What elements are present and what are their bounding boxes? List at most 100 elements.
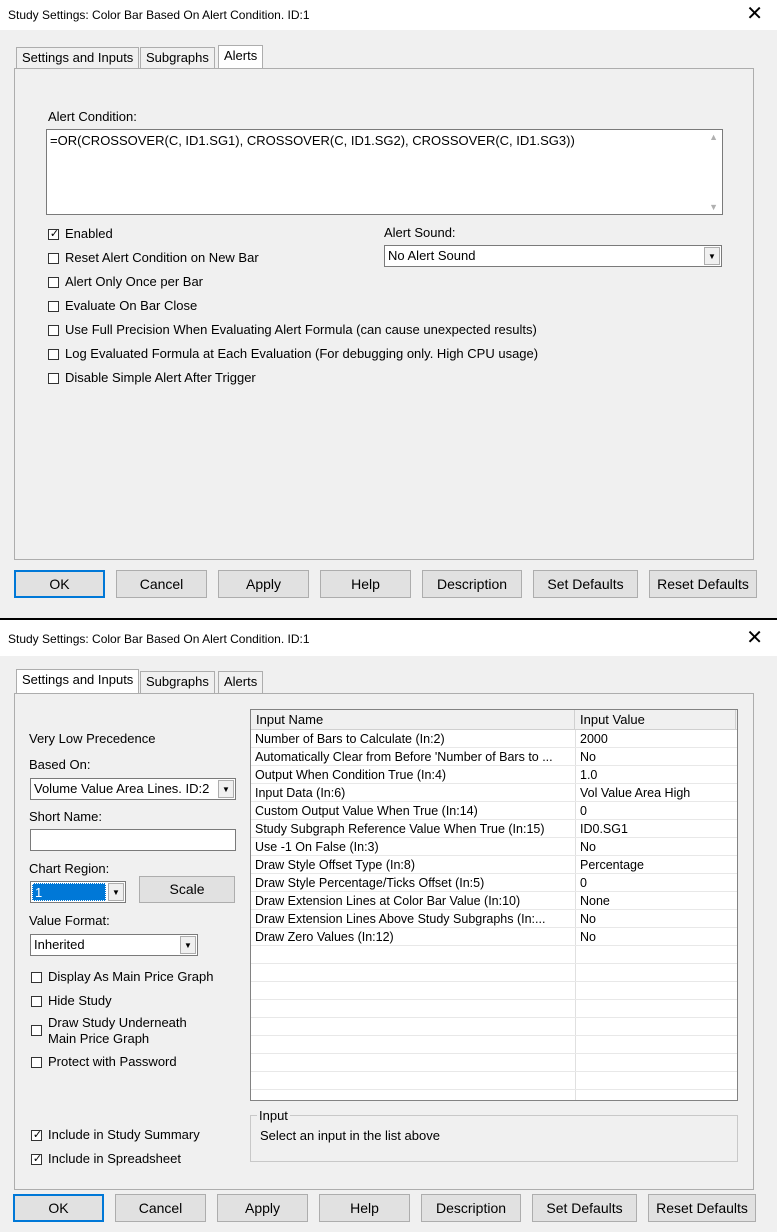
inputs-table[interactable]: Input Name Input Value Number of Bars to… xyxy=(250,709,738,1101)
input-name-cell: Draw Style Percentage/Ticks Offset (In:5… xyxy=(251,873,576,892)
input-value-cell[interactable]: 1.0 xyxy=(575,765,737,784)
tab-alerts[interactable]: Alerts xyxy=(218,45,264,70)
input-value-cell[interactable]: No xyxy=(575,837,737,856)
window-title: Study Settings: Color Bar Based On Alert… xyxy=(8,632,310,646)
chevron-down-icon[interactable]: ▼ xyxy=(180,936,196,954)
input-name-cell: Output When Condition True (In:4) xyxy=(251,765,576,784)
table-row[interactable]: Automatically Clear from Before 'Number … xyxy=(251,747,737,766)
table-row[interactable]: Output When Condition True (In:4) 1.0 xyxy=(251,765,737,784)
empty-table-row xyxy=(251,1089,737,1100)
table-row[interactable]: Input Data (In:6) Vol Value Area High xyxy=(251,783,737,802)
input-value-cell[interactable]: Percentage xyxy=(575,855,737,874)
input-value-cell[interactable]: No xyxy=(575,927,737,946)
input-value-cell[interactable]: None xyxy=(575,891,737,910)
chevron-down-icon[interactable]: ▼ xyxy=(108,883,124,901)
title-bar: Study Settings: Color Bar Based On Alert… xyxy=(0,626,777,656)
value-format-select[interactable]: Inherited ▼ xyxy=(30,934,198,956)
table-row[interactable]: Draw Zero Values (In:12) No xyxy=(251,927,737,946)
empty-table-row xyxy=(251,945,737,964)
input-value-cell[interactable]: No xyxy=(575,747,737,766)
empty-table-row xyxy=(251,1035,737,1054)
empty-table-row xyxy=(251,999,737,1018)
description-button[interactable]: Description xyxy=(421,1194,521,1222)
table-row[interactable]: Use -1 On False (In:3) No xyxy=(251,837,737,856)
cancel-button[interactable]: Cancel xyxy=(116,570,207,598)
study-settings-window-alerts: Study Settings: Color Bar Based On Alert… xyxy=(0,0,777,618)
precedence-label: Very Low Precedence xyxy=(29,731,156,746)
tab-settings-and-inputs[interactable]: Settings and Inputs xyxy=(16,47,140,69)
input-value-cell[interactable]: Vol Value Area High xyxy=(575,783,737,802)
input-groupbox-label: Input xyxy=(257,1108,290,1123)
table-row[interactable]: Draw Style Percentage/Ticks Offset (In:5… xyxy=(251,873,737,892)
input-name-cell: Draw Zero Values (In:12) xyxy=(251,927,576,946)
tab-subgraphs[interactable]: Subgraphs xyxy=(140,47,215,69)
short-name-input[interactable] xyxy=(30,829,236,851)
tab-subgraphs[interactable]: Subgraphs xyxy=(140,671,215,693)
based-on-select[interactable]: Volume Value Area Lines. ID:2 ▼ xyxy=(30,778,236,800)
empty-table-row xyxy=(251,963,737,982)
value-format-label: Value Format: xyxy=(29,913,110,928)
input-value-cell[interactable]: 0 xyxy=(575,801,737,820)
inputs-table-body: Number of Bars to Calculate (In:2) 2000 Au… xyxy=(251,730,737,1100)
checkmark-icon: ✓ xyxy=(49,228,60,240)
ok-button[interactable]: OK xyxy=(13,1194,104,1222)
close-icon[interactable]: ✕ xyxy=(746,2,763,26)
input-name-cell: Draw Extension Lines Above Study Subgrap… xyxy=(251,909,576,928)
checkmark-icon: ✓ xyxy=(32,1129,43,1141)
textarea-scroll-down-icon[interactable]: ▼ xyxy=(709,202,718,212)
checkmark-icon: ✓ xyxy=(32,1153,43,1165)
input-value-cell[interactable]: 2000 xyxy=(575,730,737,748)
chevron-down-icon[interactable]: ▼ xyxy=(218,780,234,798)
window-separator xyxy=(0,618,777,626)
cancel-button[interactable]: Cancel xyxy=(115,1194,206,1222)
set-defaults-button[interactable]: Set Defaults xyxy=(532,1194,637,1222)
input-name-cell: Use -1 On False (In:3) xyxy=(251,837,576,856)
alert-sound-label: Alert Sound: xyxy=(384,225,456,240)
title-bar: Study Settings: Color Bar Based On Alert… xyxy=(0,0,777,30)
study-settings-window-inputs: Study Settings: Color Bar Based On Alert… xyxy=(0,626,777,1232)
inputs-table-header: Input Name Input Value xyxy=(251,710,737,730)
empty-table-row xyxy=(251,981,737,1000)
input-value-cell[interactable]: No xyxy=(575,909,737,928)
table-row[interactable]: Number of Bars to Calculate (In:2) 2000 xyxy=(251,730,737,748)
table-row[interactable]: Draw Style Offset Type (In:8) Percentage xyxy=(251,855,737,874)
apply-button[interactable]: Apply xyxy=(217,1194,308,1222)
reset-defaults-button[interactable]: Reset Defaults xyxy=(648,1194,756,1222)
table-row[interactable]: Custom Output Value When True (In:14) 0 xyxy=(251,801,737,820)
input-groupbox: Input Select an input in the list above xyxy=(250,1108,738,1162)
input-name-cell: Automatically Clear from Before 'Number … xyxy=(251,747,576,766)
column-header-input-value[interactable]: Input Value xyxy=(580,712,645,727)
help-button[interactable]: Help xyxy=(320,570,411,598)
empty-table-row xyxy=(251,1071,737,1090)
tab-settings-and-inputs[interactable]: Settings and Inputs xyxy=(16,669,140,694)
ok-button[interactable]: OK xyxy=(14,570,105,598)
close-icon[interactable]: ✕ xyxy=(746,626,763,650)
textarea-scroll-up-icon[interactable]: ▲ xyxy=(709,132,718,142)
input-name-cell: Number of Bars to Calculate (In:2) xyxy=(251,730,576,748)
table-row[interactable]: Draw Extension Lines at Color Bar Value … xyxy=(251,891,737,910)
input-name-cell: Draw Extension Lines at Color Bar Value … xyxy=(251,891,576,910)
table-row[interactable]: Study Subgraph Reference Value When True… xyxy=(251,819,737,838)
alert-condition-label: Alert Condition: xyxy=(48,109,137,124)
chevron-down-icon[interactable]: ▼ xyxy=(704,247,720,265)
reset-defaults-button[interactable]: Reset Defaults xyxy=(649,570,757,598)
help-button[interactable]: Help xyxy=(319,1194,410,1222)
input-name-cell: Study Subgraph Reference Value When True… xyxy=(251,819,576,838)
alert-condition-textarea[interactable]: =OR(CROSSOVER(C, ID1.SG1), CROSSOVER(C, … xyxy=(46,129,723,215)
window-title: Study Settings: Color Bar Based On Alert… xyxy=(8,8,310,22)
table-row[interactable]: Draw Extension Lines Above Study Subgrap… xyxy=(251,909,737,928)
input-value-cell[interactable]: ID0.SG1 xyxy=(575,819,737,838)
description-button[interactable]: Description xyxy=(422,570,522,598)
apply-button[interactable]: Apply xyxy=(218,570,309,598)
chart-region-select[interactable]: 1 ▼ xyxy=(30,881,126,903)
alert-sound-select[interactable]: No Alert Sound ▼ xyxy=(384,245,722,267)
short-name-label: Short Name: xyxy=(29,809,102,824)
input-name-cell: Draw Style Offset Type (In:8) xyxy=(251,855,576,874)
input-name-cell: Input Data (In:6) xyxy=(251,783,576,802)
chart-region-label: Chart Region: xyxy=(29,861,110,876)
scale-button[interactable]: Scale xyxy=(139,876,235,903)
tab-alerts[interactable]: Alerts xyxy=(218,671,264,693)
input-value-cell[interactable]: 0 xyxy=(575,873,737,892)
set-defaults-button[interactable]: Set Defaults xyxy=(533,570,638,598)
column-header-input-name[interactable]: Input Name xyxy=(256,712,323,727)
